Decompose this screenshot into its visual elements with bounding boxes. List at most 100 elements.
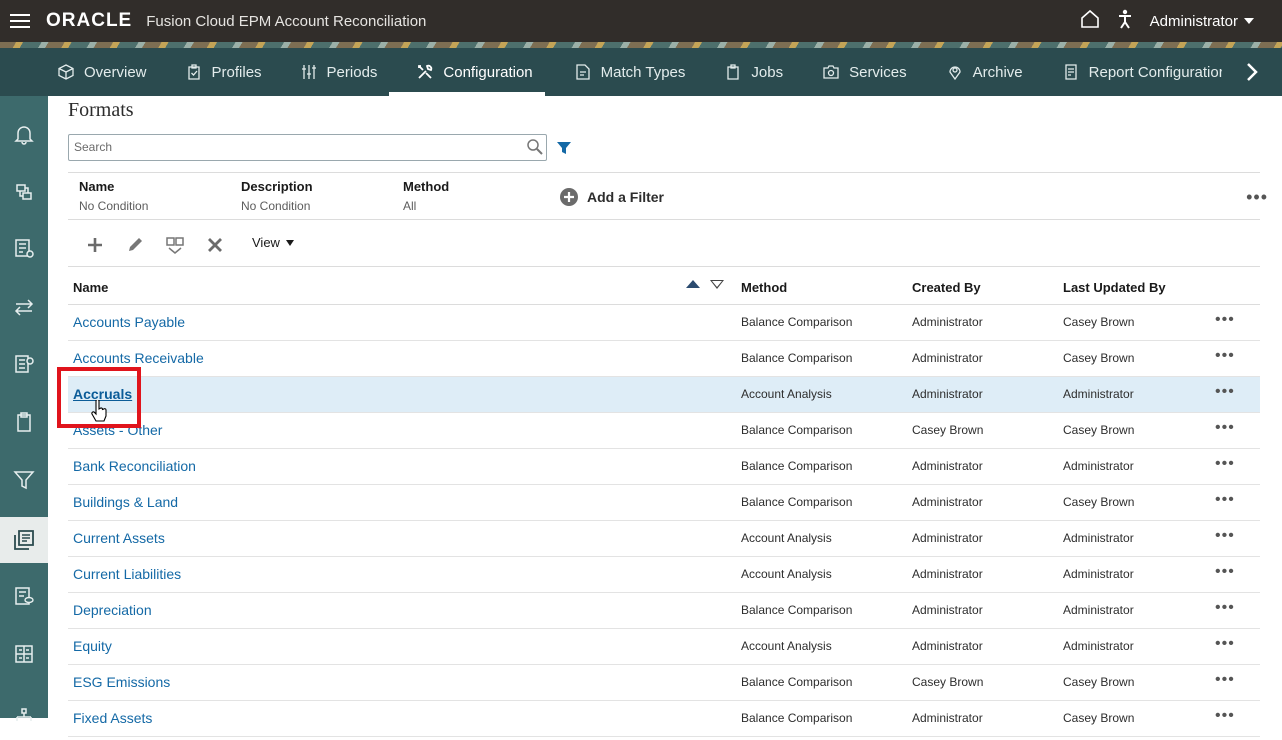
column-header-method[interactable]: Method	[741, 280, 787, 295]
search-input[interactable]	[69, 135, 509, 159]
filter-name[interactable]: Name No Condition	[79, 179, 148, 213]
nav-tab-configuration[interactable]: Configuration	[389, 48, 545, 96]
duplicate-icon[interactable]	[165, 235, 185, 255]
notification-bell-icon[interactable]	[0, 112, 48, 156]
row-actions-icon[interactable]: •••	[1215, 707, 1235, 725]
row-actions-icon[interactable]: •••	[1215, 599, 1235, 617]
nav-tab-periods[interactable]: Periods	[274, 48, 390, 96]
data-settings-icon[interactable]	[0, 342, 48, 386]
add-icon[interactable]	[85, 235, 105, 255]
format-name-link[interactable]: Equity	[73, 638, 112, 654]
column-header-name[interactable]: Name	[73, 280, 108, 295]
row-actions-icon[interactable]: •••	[1215, 455, 1235, 473]
calculator-icon[interactable]	[0, 632, 48, 676]
formats-table: Name Method Created By Last Updated By A…	[68, 268, 1260, 737]
nav-tab-services[interactable]: Services	[795, 48, 919, 96]
chevron-down-icon[interactable]	[1244, 18, 1254, 24]
created-by-cell: Administrator	[912, 495, 983, 509]
nav-tab-report-configuratior[interactable]: Report Configuratior	[1035, 48, 1236, 96]
home-icon[interactable]	[1080, 9, 1100, 34]
menu-icon[interactable]	[10, 14, 30, 28]
table-row[interactable]: Depreciation Balance Comparison Administra…	[68, 593, 1260, 629]
format-name-link[interactable]: Bank Reconciliation	[73, 458, 196, 474]
format-name-link[interactable]: Accounts Payable	[73, 314, 185, 330]
oracle-logo[interactable]: ORACLE	[46, 10, 132, 32]
table-row[interactable]: Accounts Payable Balance Comparison Admini…	[68, 305, 1260, 341]
search-icon[interactable]	[526, 138, 544, 161]
row-actions-icon[interactable]: •••	[1215, 491, 1235, 509]
clipboard-icon[interactable]	[0, 400, 48, 444]
format-name-link[interactable]: Current Liabilities	[73, 566, 181, 582]
table-row[interactable]: Accounts Receivable Balance Comparison Adm…	[68, 341, 1260, 377]
table-row[interactable]: Bank Reconciliation Balance Comparison Adm…	[68, 449, 1260, 485]
row-actions-icon[interactable]: •••	[1215, 671, 1235, 689]
format-name-link[interactable]: Fixed Assets	[73, 710, 152, 726]
table-row[interactable]: Equity Account Analysis Administrator Admin…	[68, 629, 1260, 665]
row-actions-icon[interactable]: •••	[1215, 419, 1235, 437]
accessibility-icon[interactable]	[1118, 9, 1132, 34]
updated-by-cell: Administrator	[1063, 531, 1134, 545]
created-by-cell: Administrator	[912, 315, 983, 329]
table-row[interactable]: Assets - Other Balance Comparison Casey Br…	[68, 413, 1260, 449]
format-name-link[interactable]: Buildings & Land	[73, 494, 178, 510]
reconcile-icon[interactable]	[0, 170, 48, 214]
filter-icon[interactable]	[0, 458, 48, 502]
filter-description[interactable]: Description No Condition	[241, 179, 313, 213]
nav-tab-label: Jobs	[751, 63, 784, 81]
created-by-cell: Administrator	[912, 531, 983, 545]
table-row[interactable]: Current Assets Account Analysis Administra…	[68, 521, 1260, 557]
transfer-icon[interactable]	[0, 285, 48, 329]
chevron-right-icon[interactable]	[1222, 48, 1282, 96]
view-list-icon[interactable]	[0, 574, 48, 618]
nav-tab-overview[interactable]: Overview	[46, 48, 159, 96]
hierarchy-icon[interactable]	[0, 696, 48, 740]
edit-icon[interactable]	[125, 235, 145, 255]
user-menu[interactable]: Administrator	[1150, 13, 1238, 30]
table-row[interactable]: Accruals Account Analysis Administrator Adm…	[68, 377, 1260, 413]
column-header-created-by[interactable]: Created By	[912, 280, 981, 295]
row-actions-icon[interactable]: •••	[1215, 383, 1235, 401]
sort-descending-icon[interactable]	[710, 280, 724, 289]
nav-tab-label: Periods	[326, 63, 378, 81]
delete-icon[interactable]	[205, 235, 225, 255]
row-actions-icon[interactable]: •••	[1215, 527, 1235, 545]
format-name-link[interactable]: Depreciation	[73, 602, 152, 618]
sort-ascending-icon[interactable]	[686, 280, 700, 288]
row-actions-icon[interactable]: •••	[1215, 563, 1235, 581]
row-actions-icon[interactable]: •••	[1215, 347, 1235, 365]
nav-tab-jobs[interactable]: Jobs	[697, 48, 795, 96]
updated-by-cell: Casey Brown	[1063, 675, 1135, 689]
method-cell: Balance Comparison	[741, 711, 853, 725]
updated-by-cell: Administrator	[1063, 567, 1134, 581]
list-settings-icon[interactable]	[0, 226, 48, 270]
filter-value: No Condition	[79, 199, 149, 213]
method-cell: Balance Comparison	[741, 459, 853, 473]
format-name-link[interactable]: Accounts Receivable	[73, 350, 204, 366]
formats-icon[interactable]	[0, 517, 48, 563]
search-field[interactable]	[68, 134, 547, 161]
row-actions-icon[interactable]: •••	[1215, 635, 1235, 653]
method-cell: Balance Comparison	[741, 675, 853, 689]
table-row[interactable]: ESG Emissions Balance Comparison Casey Bro…	[68, 665, 1260, 701]
created-by-cell: Casey Brown	[912, 675, 984, 689]
updated-by-cell: Casey Brown	[1063, 423, 1135, 437]
table-row[interactable]: Fixed Assets Balance Comparison Administra…	[68, 701, 1260, 737]
filter-icon[interactable]	[556, 141, 572, 160]
created-by-cell: Administrator	[912, 639, 983, 653]
nav-tab-profiles[interactable]: Profiles	[159, 48, 274, 96]
format-name-link[interactable]: Current Assets	[73, 530, 165, 546]
add-filter-button[interactable]: Add a Filter	[559, 187, 664, 207]
created-by-cell: Administrator	[912, 603, 983, 617]
table-row[interactable]: Current Liabilities Account Analysis Admin…	[68, 557, 1260, 593]
filter-method[interactable]: Method All	[403, 179, 449, 213]
view-menu[interactable]: View	[252, 235, 294, 250]
row-actions-icon[interactable]: •••	[1215, 311, 1235, 329]
updated-by-cell: Administrator	[1063, 459, 1134, 473]
more-options-icon[interactable]: •••	[1246, 187, 1268, 208]
table-row[interactable]: Buildings & Land Balance Comparison Admini…	[68, 485, 1260, 521]
column-header-last-updated-by[interactable]: Last Updated By	[1063, 280, 1166, 295]
chevron-down-icon	[285, 239, 294, 246]
format-name-link[interactable]: ESG Emissions	[73, 674, 170, 690]
nav-tab-match-types[interactable]: Match Types	[545, 48, 698, 96]
nav-tab-archive[interactable]: Archive	[919, 48, 1035, 96]
